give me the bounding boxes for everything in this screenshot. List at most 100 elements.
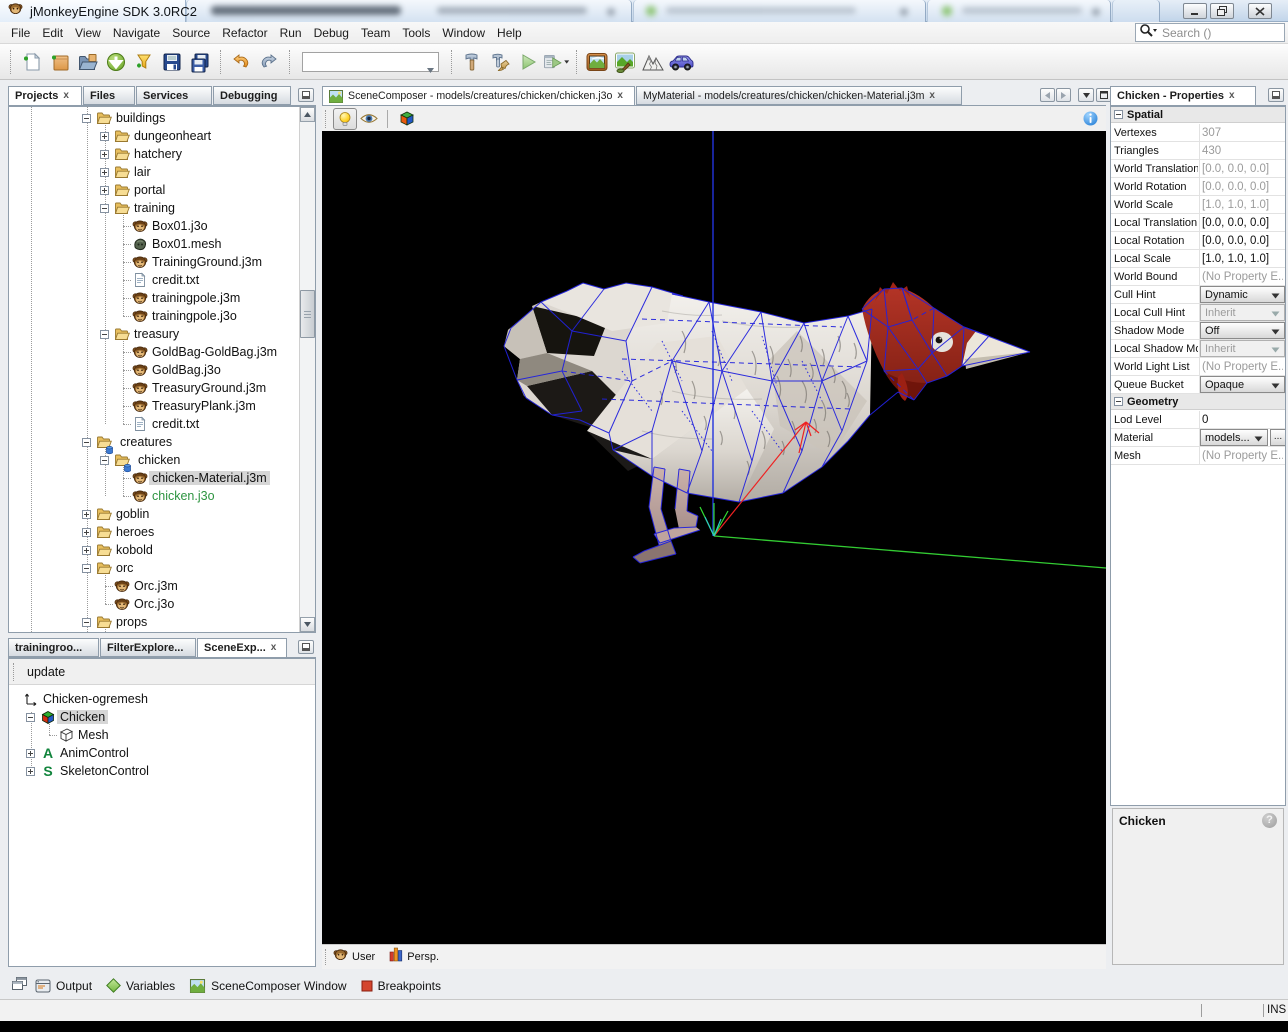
tree-row-box01-j3o[interactable]: Box01.j3o — [9, 217, 315, 235]
section-collapse-handle[interactable] — [1114, 397, 1123, 406]
tree-label[interactable]: Box01.j3o — [149, 219, 211, 233]
tree-label[interactable]: TreasuryPlank.j3m — [149, 399, 259, 413]
menu-file[interactable]: File — [5, 23, 36, 43]
menu-source[interactable]: Source — [166, 23, 216, 43]
tree-expand-handle[interactable] — [82, 546, 91, 555]
build-button[interactable] — [458, 48, 486, 76]
tree-label[interactable]: credit.txt — [149, 273, 202, 287]
tree-collapse-handle[interactable] — [100, 204, 109, 213]
tree-collapse-handle[interactable] — [82, 438, 91, 447]
property-row-local-translation[interactable]: Local Translation[0.0, 0.0, 0.0] — [1111, 214, 1285, 232]
cube-shape-button[interactable] — [394, 108, 418, 130]
menu-navigate[interactable]: Navigate — [107, 23, 166, 43]
info-icon[interactable] — [1083, 111, 1098, 131]
tree-row-item[interactable] — [9, 631, 315, 632]
property-row-world-translation[interactable]: World Translation[0.0, 0.0, 0.0] — [1111, 160, 1285, 178]
tree-row-chicken-j3o[interactable]: chicken.j3o — [9, 487, 315, 505]
scrollbar-thumb[interactable] — [300, 290, 315, 338]
tree-row-hatchery[interactable]: hatchery — [9, 145, 315, 163]
tree-label[interactable]: kobold — [113, 543, 156, 557]
restore-window-group-icon[interactable] — [12, 977, 27, 995]
projects-tab-files[interactable]: Files — [83, 86, 135, 105]
explorer-tab-sceneexp[interactable]: SceneExp...x — [197, 638, 287, 658]
tree-collapse-handle[interactable] — [100, 456, 109, 465]
save-button[interactable] — [158, 48, 186, 76]
tree-row-trainingpole-j3m[interactable]: trainingpole.j3m — [9, 289, 315, 307]
tree-label[interactable]: AnimControl — [57, 746, 132, 760]
property-row-world-rotation[interactable]: World Rotation[0.0, 0.0, 0.0] — [1111, 178, 1285, 196]
tree-row-chicken-ogremesh[interactable]: Chicken-ogremesh — [10, 690, 314, 708]
run-project-button[interactable] — [514, 48, 542, 76]
window-minimize-button[interactable] — [1183, 3, 1207, 19]
tab-close-icon[interactable]: x — [63, 91, 69, 101]
property-row-local-scale[interactable]: Local Scale[1.0, 1.0, 1.0] — [1111, 250, 1285, 268]
tab-close-icon[interactable]: x — [271, 643, 277, 653]
tree-label[interactable]: Chicken — [57, 710, 108, 724]
property-combo-material[interactable]: models... — [1200, 429, 1268, 446]
tree-row-portal[interactable]: portal — [9, 181, 315, 199]
tree-row-lair[interactable]: lair — [9, 163, 315, 181]
tree-collapse-handle[interactable] — [26, 713, 35, 722]
tree-row-chicken[interactable]: Chicken — [10, 708, 314, 726]
tree-label[interactable]: credit.txt — [149, 417, 202, 431]
opened-documents-list-button[interactable] — [1078, 88, 1094, 102]
new-file-button[interactable] — [18, 48, 46, 76]
property-row-mesh[interactable]: Mesh(No Property E... — [1111, 447, 1285, 465]
menu-run[interactable]: Run — [274, 23, 308, 43]
tree-label[interactable]: props — [113, 615, 150, 629]
update-button[interactable]: update — [19, 663, 73, 681]
minimized-variables-button[interactable]: Variables — [106, 978, 175, 993]
tree-row-treasuryplank-j3m[interactable]: TreasuryPlank.j3m — [9, 397, 315, 415]
property-row-queue-bucket[interactable]: Queue BucketOpaque — [1111, 376, 1285, 394]
new-project-button[interactable] — [46, 48, 74, 76]
property-combo-local-shadow-mode[interactable]: Inherit — [1200, 340, 1285, 357]
tree-label[interactable]: treasury — [131, 327, 182, 341]
minimized-breakpoints-button[interactable]: Breakpoints — [361, 979, 441, 993]
tree-row-trainingground-j3m[interactable]: TrainingGround.j3m — [9, 253, 315, 271]
tree-row-orc[interactable]: orc — [9, 559, 315, 577]
tree-label[interactable]: trainingpole.j3m — [149, 291, 243, 305]
tree-label[interactable]: creatures — [117, 435, 175, 449]
tree-row-goldbag-j3o[interactable]: GoldBag.j3o — [9, 361, 315, 379]
explorer-tab-trainingroo[interactable]: trainingroo... — [8, 638, 99, 657]
tree-expand-handle[interactable] — [82, 510, 91, 519]
tree-row-chicken[interactable]: chicken — [9, 451, 315, 469]
tree-label[interactable]: Orc.j3m — [131, 579, 181, 593]
property-row-shadow-mode[interactable]: Shadow ModeOff — [1111, 322, 1285, 340]
tree-row-treasury[interactable]: treasury — [9, 325, 315, 343]
tree-row-chicken-material-j3m[interactable]: chicken-Material.j3m — [9, 469, 315, 487]
window-restore-button[interactable] — [1210, 3, 1234, 19]
tree-row-skeletoncontrol[interactable]: SSkeletonControl — [10, 762, 314, 780]
property-row-vertexes[interactable]: Vertexes307 — [1111, 124, 1285, 142]
projection-mode-label[interactable]: Persp. — [407, 951, 439, 963]
tree-expand-handle[interactable] — [100, 132, 109, 141]
tree-row-credit-txt[interactable]: credit.txt — [9, 271, 315, 289]
tree-row-credit-txt[interactable]: credit.txt — [9, 415, 315, 433]
tree-collapse-handle[interactable] — [82, 114, 91, 123]
tab-close-icon[interactable]: x — [1229, 91, 1235, 101]
minimize-panel-button[interactable] — [298, 88, 314, 102]
save-all-button[interactable] — [186, 48, 214, 76]
tree-label[interactable]: GoldBag-GoldBag.j3m — [149, 345, 280, 359]
help-icon[interactable]: ? — [1262, 813, 1277, 828]
material-browse-button[interactable]: ... — [1270, 429, 1286, 446]
property-section-geometry[interactable]: Geometry — [1111, 394, 1285, 410]
projects-tab-projects[interactable]: Projectsx — [8, 86, 82, 106]
menu-team[interactable]: Team — [355, 23, 396, 43]
redo-button[interactable] — [255, 48, 283, 76]
property-row-cull-hint[interactable]: Cull HintDynamic — [1111, 286, 1285, 304]
tree-row-heroes[interactable]: heroes — [9, 523, 315, 541]
tree-row-orc-j3m[interactable]: Orc.j3m — [9, 577, 315, 595]
camera-mode-label[interactable]: User — [352, 951, 375, 963]
tree-label[interactable]: Orc.j3o — [131, 597, 177, 611]
tree-label[interactable]: trainingpole.j3o — [149, 309, 240, 323]
property-row-material[interactable]: Materialmodels...... — [1111, 429, 1285, 447]
tree-label[interactable]: buildings — [113, 111, 168, 125]
projects-tree-scrollbar[interactable] — [299, 107, 315, 632]
tab-close-icon[interactable]: x — [929, 91, 935, 101]
property-row-local-rotation[interactable]: Local Rotation[0.0, 0.0, 0.0] — [1111, 232, 1285, 250]
tree-label[interactable]: chicken-Material.j3m — [149, 471, 270, 485]
vehicle-button[interactable] — [667, 48, 695, 76]
tree-label[interactable]: goblin — [113, 507, 152, 521]
property-row-world-scale[interactable]: World Scale[1.0, 1.0, 1.0] — [1111, 196, 1285, 214]
